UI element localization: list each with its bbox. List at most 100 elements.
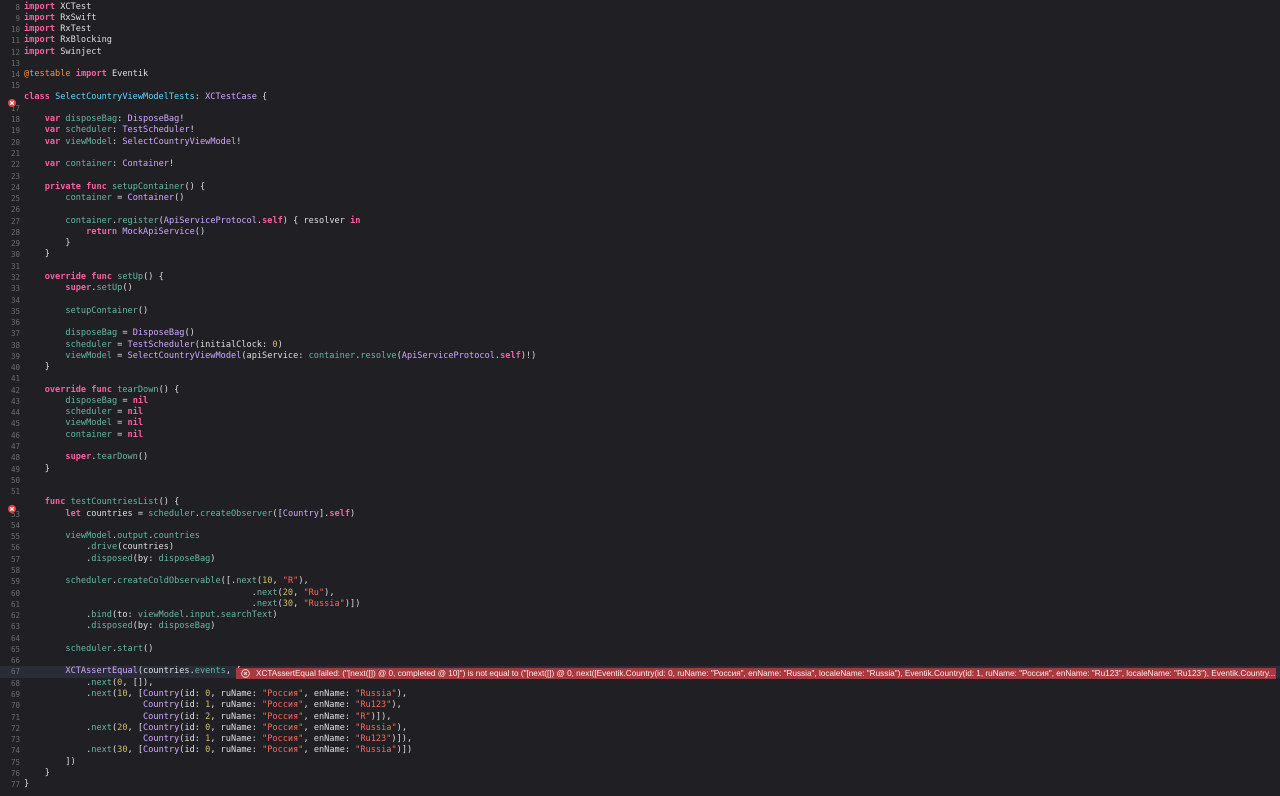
- line-number-gutter[interactable]: 61: [0, 599, 20, 610]
- code-line[interactable]: 29 }: [0, 238, 1280, 249]
- line-number-gutter[interactable]: 77: [0, 779, 20, 790]
- code-line[interactable]: 27 container.register(ApiServiceProtocol…: [0, 216, 1280, 227]
- code-line[interactable]: 24 private func setupContainer() {: [0, 182, 1280, 193]
- code-line[interactable]: class SelectCountryViewModelTests: XCTes…: [0, 92, 1280, 107]
- line-number-gutter[interactable]: 40: [0, 362, 20, 373]
- code-line[interactable]: 18 var disposeBag: DisposeBag!: [0, 114, 1280, 125]
- code-line[interactable]: 19 var scheduler: TestScheduler!: [0, 125, 1280, 136]
- line-number-gutter[interactable]: 63: [0, 621, 20, 632]
- line-number-gutter[interactable]: 22: [0, 159, 20, 170]
- line-number-gutter[interactable]: 25: [0, 193, 20, 204]
- code-line[interactable]: 11 import RxBlocking: [0, 35, 1280, 46]
- code-line[interactable]: 54: [0, 520, 1280, 531]
- code-line[interactable]: 61 .next(30, "Russia")]): [0, 599, 1280, 610]
- line-number-gutter[interactable]: 18: [0, 114, 20, 125]
- code-line[interactable]: 48 super.tearDown(): [0, 452, 1280, 463]
- line-number-gutter[interactable]: 45: [0, 418, 20, 429]
- code-line[interactable]: 63 .disposed(by: disposeBag): [0, 621, 1280, 632]
- line-number-gutter[interactable]: 65: [0, 644, 20, 655]
- code-line[interactable]: 32 override func setUp() {: [0, 272, 1280, 283]
- code-line[interactable]: 34: [0, 295, 1280, 306]
- code-line[interactable]: 23: [0, 171, 1280, 182]
- line-number-gutter[interactable]: 59: [0, 576, 20, 587]
- line-number-gutter[interactable]: 26: [0, 204, 20, 215]
- line-number-gutter[interactable]: 11: [0, 35, 20, 46]
- code-line[interactable]: 76 }: [0, 768, 1280, 779]
- line-number-gutter[interactable]: 60: [0, 588, 20, 599]
- line-number-gutter[interactable]: 67: [0, 666, 20, 677]
- line-number-gutter[interactable]: 37: [0, 328, 20, 339]
- code-line[interactable]: 51: [0, 486, 1280, 497]
- line-number-gutter[interactable]: 56: [0, 542, 20, 553]
- code-line[interactable]: 69 .next(10, [Country(id: 0, ruName: "Ро…: [0, 689, 1280, 700]
- line-number-gutter[interactable]: 47: [0, 441, 20, 452]
- line-number-gutter[interactable]: 32: [0, 272, 20, 283]
- line-number-gutter[interactable]: 76: [0, 768, 20, 779]
- line-number-gutter[interactable]: 27: [0, 216, 20, 227]
- code-line[interactable]: 60 .next(20, "Ru"),: [0, 588, 1280, 599]
- code-line[interactable]: 15: [0, 80, 1280, 91]
- line-number-gutter[interactable]: 30: [0, 249, 20, 260]
- code-line[interactable]: 12 import Swinject: [0, 47, 1280, 58]
- code-line[interactable]: 38 scheduler = TestScheduler(initialCloc…: [0, 340, 1280, 351]
- code-line[interactable]: 77}: [0, 779, 1280, 790]
- code-line[interactable]: 31: [0, 261, 1280, 272]
- line-number-gutter[interactable]: 14: [0, 69, 20, 80]
- code-line[interactable]: 53 let countries = scheduler.createObser…: [0, 509, 1280, 520]
- line-number-gutter[interactable]: 49: [0, 464, 20, 475]
- code-line[interactable]: 43 disposeBag = nil: [0, 396, 1280, 407]
- line-number-gutter[interactable]: 42: [0, 385, 20, 396]
- line-number-gutter[interactable]: 13: [0, 58, 20, 69]
- line-number-gutter[interactable]: 74: [0, 745, 20, 756]
- code-line[interactable]: 75 ]): [0, 757, 1280, 768]
- code-line[interactable]: 59 scheduler.createColdObservable([.next…: [0, 576, 1280, 587]
- line-number-gutter[interactable]: 19: [0, 125, 20, 136]
- code-line[interactable]: 65 scheduler.start(): [0, 644, 1280, 655]
- code-line[interactable]: 42 override func tearDown() {: [0, 385, 1280, 396]
- code-line[interactable]: 14 @testable import Eventik: [0, 69, 1280, 80]
- line-number-gutter[interactable]: 55: [0, 531, 20, 542]
- line-number-gutter[interactable]: 62: [0, 610, 20, 621]
- line-number-gutter[interactable]: 72: [0, 723, 20, 734]
- code-line[interactable]: 40 }: [0, 362, 1280, 373]
- line-number-gutter[interactable]: 53: [0, 509, 20, 520]
- code-line[interactable]: 9 import RxSwift: [0, 13, 1280, 24]
- code-line[interactable]: func testCountriesList() {: [0, 497, 1280, 513]
- line-number-gutter[interactable]: 12: [0, 47, 20, 58]
- code-line[interactable]: 62 .bind(to: viewModel.input.searchText): [0, 610, 1280, 621]
- line-number-gutter[interactable]: 57: [0, 554, 20, 565]
- line-number-gutter[interactable]: 69: [0, 689, 20, 700]
- line-number-gutter[interactable]: 33: [0, 283, 20, 294]
- code-line[interactable]: 50: [0, 475, 1280, 486]
- line-number-gutter[interactable]: 35: [0, 306, 20, 317]
- line-number-gutter[interactable]: 15: [0, 80, 20, 91]
- line-number-gutter[interactable]: 9: [0, 13, 20, 24]
- line-number-gutter[interactable]: 24: [0, 182, 20, 193]
- code-line[interactable]: 70 Country(id: 1, ruName: "Россия", enNa…: [0, 700, 1280, 711]
- code-line[interactable]: 33 super.setUp(): [0, 283, 1280, 294]
- code-line[interactable]: 20 var viewModel: SelectCountryViewModel…: [0, 137, 1280, 148]
- code-line[interactable]: 8 import XCTest: [0, 2, 1280, 13]
- line-number-gutter[interactable]: 38: [0, 340, 20, 351]
- code-line[interactable]: 21: [0, 148, 1280, 159]
- line-number-gutter[interactable]: 58: [0, 565, 20, 576]
- line-number-gutter[interactable]: 51: [0, 486, 20, 497]
- code-line[interactable]: 13: [0, 58, 1280, 69]
- line-number-gutter[interactable]: 17: [0, 103, 20, 114]
- line-number-gutter[interactable]: 21: [0, 148, 20, 159]
- line-number-gutter[interactable]: 46: [0, 430, 20, 441]
- code-line[interactable]: 57 .disposed(by: disposeBag): [0, 554, 1280, 565]
- code-line[interactable]: 47: [0, 441, 1280, 452]
- code-line[interactable]: 36: [0, 317, 1280, 328]
- code-line[interactable]: 37 disposeBag = DisposeBag(): [0, 328, 1280, 339]
- line-number-gutter[interactable]: 71: [0, 712, 20, 723]
- line-number-gutter[interactable]: 70: [0, 700, 20, 711]
- line-number-gutter[interactable]: 50: [0, 475, 20, 486]
- code-line[interactable]: 74 .next(30, [Country(id: 0, ruName: "Ро…: [0, 745, 1280, 756]
- code-line[interactable]: 58: [0, 565, 1280, 576]
- line-number-gutter[interactable]: 36: [0, 317, 20, 328]
- code-line[interactable]: 49 }: [0, 464, 1280, 475]
- code-line[interactable]: 68 .next(0, []),: [0, 678, 1280, 689]
- line-number-gutter[interactable]: 68: [0, 678, 20, 689]
- code-line[interactable]: 45 viewModel = nil: [0, 418, 1280, 429]
